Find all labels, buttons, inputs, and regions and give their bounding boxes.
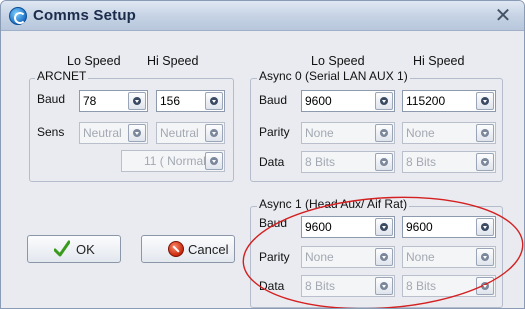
arcnet-baud-label: Baud [37, 92, 66, 106]
async1-data-label: Data [259, 279, 285, 293]
async0-parity-lo-select[interactable]: None [301, 122, 395, 144]
arcnet-baud-lo-select[interactable]: 78 [79, 90, 148, 112]
close-button[interactable]: ✕ [492, 5, 514, 27]
async1-data-lo-value: 8 Bits [305, 279, 336, 293]
dropdown-arrow-icon[interactable] [476, 277, 494, 295]
async0-parity-hi-value: None [406, 126, 435, 140]
cancel-button[interactable]: Cancel [141, 235, 235, 263]
dropdown-arrow-icon[interactable] [375, 92, 393, 110]
async1-parity-hi-value: None [406, 250, 435, 264]
arcnet-sens-label: Sens [37, 125, 65, 139]
dropdown-arrow-icon[interactable] [375, 248, 393, 266]
async1-parity-lo-select[interactable]: None [301, 246, 395, 268]
dropdown-arrow-icon[interactable] [375, 124, 393, 142]
dropdown-arrow-icon[interactable] [476, 92, 494, 110]
async0-group-title: Async 0 (Serial LAN AUX 1) [257, 69, 410, 83]
arcnet-node-select[interactable]: 11 ( Normal) [121, 150, 225, 172]
arcnet-baud-lo-value: 78 [83, 94, 97, 108]
async1-baud-lo-value: 9600 [305, 220, 332, 234]
dropdown-arrow-icon[interactable] [205, 152, 223, 170]
async0-baud-hi-select[interactable]: 115200 [402, 90, 496, 112]
dropdown-arrow-icon[interactable] [375, 218, 393, 236]
arcnet-sens-hi-select[interactable]: Neutral [156, 122, 225, 144]
dropdown-arrow-icon[interactable] [375, 277, 393, 295]
async-hi-speed-header: Hi Speed [413, 54, 465, 68]
dropdown-arrow-icon[interactable] [476, 153, 494, 171]
dropdown-arrow-icon[interactable] [205, 92, 223, 110]
async0-baud-lo-select[interactable]: 9600 [301, 90, 395, 112]
cancel-button-label: Cancel [188, 242, 229, 257]
arcnet-sens-lo-select[interactable]: Neutral [79, 122, 148, 144]
arcnet-baud-hi-select[interactable]: 156 [156, 90, 225, 112]
async0-baud-hi-value: 115200 [406, 94, 446, 108]
dropdown-arrow-icon[interactable] [476, 218, 494, 236]
dropdown-arrow-icon[interactable] [205, 124, 223, 142]
async1-baud-hi-select[interactable]: 9600 [402, 216, 496, 238]
arcnet-baud-hi-value: 156 [160, 94, 181, 108]
dropdown-arrow-icon[interactable] [128, 124, 146, 142]
async1-group-title: Async 1 (Head Aux/ Aif Rat) [257, 197, 410, 211]
dropdown-arrow-icon[interactable] [476, 124, 494, 142]
async0-parity-lo-value: None [305, 126, 334, 140]
app-icon [9, 7, 27, 25]
dropdown-arrow-icon[interactable] [128, 92, 146, 110]
arcnet-sens-hi-value: Neutral [160, 126, 199, 140]
comms-setup-dialog: Comms Setup ✕ Lo Speed Hi Speed Lo Speed… [0, 0, 525, 309]
async1-baud-hi-value: 9600 [406, 220, 433, 234]
arcnet-node-value: 11 ( Normal) [144, 154, 210, 168]
async0-baud-label: Baud [259, 93, 288, 107]
async1-baud-label: Baud [259, 216, 288, 230]
arcnet-group-title: ARCNET [35, 69, 89, 83]
title-bar[interactable]: Comms Setup ✕ [1, 1, 524, 31]
async-lo-speed-header: Lo Speed [311, 54, 365, 68]
async1-parity-hi-select[interactable]: None [402, 246, 496, 268]
checkmark-icon [54, 240, 70, 257]
async0-parity-hi-select[interactable]: None [402, 122, 496, 144]
arcnet-lo-speed-header: Lo Speed [67, 54, 121, 68]
ok-button[interactable]: OK [27, 235, 121, 263]
ok-button-label: OK [76, 242, 95, 257]
async1-data-lo-select[interactable]: 8 Bits [301, 275, 395, 297]
arcnet-sens-lo-value: Neutral [83, 126, 122, 140]
cancel-icon [168, 241, 184, 257]
async1-baud-lo-select[interactable]: 9600 [301, 216, 395, 238]
async1-data-hi-select[interactable]: 8 Bits [402, 275, 496, 297]
async0-data-label: Data [259, 155, 285, 169]
async0-data-lo-select[interactable]: 8 Bits [301, 151, 395, 173]
async0-data-hi-value: 8 Bits [406, 155, 437, 169]
dropdown-arrow-icon[interactable] [375, 153, 393, 171]
dropdown-arrow-icon[interactable] [476, 248, 494, 266]
async1-data-hi-value: 8 Bits [406, 279, 437, 293]
async0-parity-label: Parity [259, 125, 290, 139]
async0-baud-lo-value: 9600 [305, 94, 332, 108]
async1-parity-lo-value: None [305, 250, 334, 264]
async0-data-lo-value: 8 Bits [305, 155, 336, 169]
window-title: Comms Setup [33, 7, 137, 24]
async1-parity-label: Parity [259, 250, 290, 264]
arcnet-hi-speed-header: Hi Speed [147, 54, 199, 68]
async0-data-hi-select[interactable]: 8 Bits [402, 151, 496, 173]
